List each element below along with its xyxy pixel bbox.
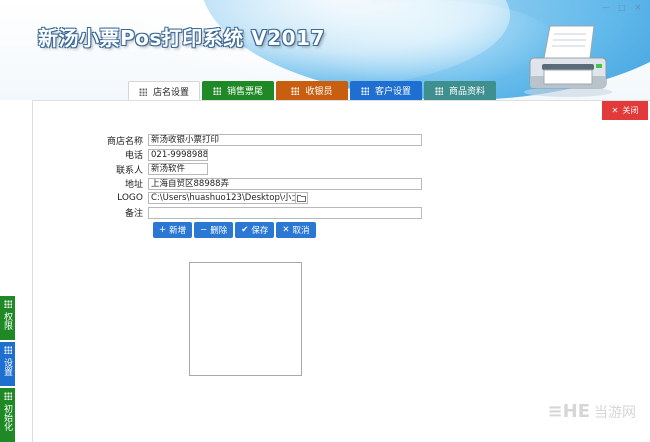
tab-label: 商品资料 (448, 87, 485, 97)
form-row-note: 备注 (100, 206, 422, 221)
note-label: 备注 (124, 209, 143, 220)
action-bar: + 新增 − 删除 ✔ 保存 ✕ 取消 (153, 222, 316, 238)
x-icon: ✕ (282, 225, 290, 235)
side-tab-label: 设置 (2, 358, 12, 376)
window-close-button[interactable]: ✕ (630, 1, 646, 13)
grid-icon (360, 86, 369, 95)
tab-label: 收银员 (305, 87, 333, 97)
check-icon: ✔ (241, 225, 249, 235)
grid-icon (3, 300, 12, 308)
minimize-button[interactable]: — (598, 1, 614, 13)
phone-input[interactable]: 021-99989888 (148, 148, 208, 161)
save-label: 保存 (251, 226, 269, 236)
form-row-address: 地址 上海自贸区88988弄 (100, 177, 422, 192)
app-title: 新汤小票Pos打印系统 V2017 (38, 26, 325, 50)
side-tab-permissions[interactable]: 权限 (0, 296, 15, 340)
form-row-contact: 联系人 新汤软件 (100, 162, 422, 177)
grid-icon (3, 346, 12, 354)
close-label: 关闭 (622, 106, 639, 115)
top-tabs: 店名设置 销售票尾 收银员 客户设置 商品资料 (128, 81, 496, 101)
delete-label: 删除 (210, 226, 228, 236)
plus-icon: + (159, 225, 167, 235)
form-row-logo: LOGO C:\Users\huashuo123\Desktop\小土豆 (100, 191, 422, 206)
watermark: ≡HE 当游网 (548, 401, 636, 422)
grid-icon (212, 86, 221, 95)
tab-label: 客户设置 (374, 87, 411, 97)
phone-label: 电话 (124, 151, 143, 162)
logo-label: LOGO (117, 193, 143, 204)
cancel-label: 取消 (292, 226, 310, 236)
tab-receipt-footer[interactable]: 销售票尾 (202, 81, 274, 100)
minus-icon: − (200, 225, 208, 235)
address-input[interactable]: 上海自贸区88988弄 (148, 177, 422, 190)
add-label: 新增 (169, 226, 187, 236)
side-tab-settings[interactable]: 设置 (0, 342, 15, 386)
watermark-logo-icon: ≡HE (547, 401, 590, 422)
delete-button[interactable]: − 删除 (194, 222, 234, 238)
folder-icon[interactable] (296, 192, 308, 205)
printer-icon (524, 25, 612, 97)
maximize-button[interactable]: □ (614, 1, 630, 13)
contact-label: 联系人 (115, 165, 143, 176)
shop-name-label: 商店名称 (106, 136, 143, 147)
tab-shop-settings[interactable]: 店名设置 (128, 81, 200, 101)
contact-input[interactable]: 新汤软件 (148, 163, 208, 176)
close-icon: ✕ (611, 106, 619, 115)
window-controls: — □ ✕ (598, 1, 646, 13)
shop-settings-form: 商店名称 新汤收银小票打印 电话 021-99989888 联系人 新汤软件 地… (100, 133, 422, 220)
tab-customer-settings[interactable]: 客户设置 (350, 81, 422, 100)
side-tab-label: 初始化 (2, 404, 12, 431)
logo-field: C:\Users\huashuo123\Desktop\小土豆 (148, 192, 308, 205)
address-label: 地址 (124, 180, 143, 191)
grid-icon (434, 86, 443, 95)
grid-icon (3, 392, 12, 400)
tab-label: 销售票尾 (226, 87, 263, 97)
grid-icon (139, 87, 147, 96)
add-button[interactable]: + 新增 (153, 222, 193, 238)
grid-icon (291, 86, 300, 95)
tab-product-data[interactable]: 商品资料 (424, 81, 496, 100)
logo-path-input[interactable]: C:\Users\huashuo123\Desktop\小土豆 (148, 192, 296, 205)
cancel-button[interactable]: ✕ 取消 (276, 222, 316, 238)
tab-cashier[interactable]: 收银员 (276, 81, 348, 100)
shop-name-input[interactable]: 新汤收银小票打印 (148, 134, 422, 147)
form-row-shop-name: 商店名称 新汤收银小票打印 (100, 133, 422, 148)
watermark-text: 当游网 (594, 404, 636, 421)
side-tab-label: 权限 (2, 312, 12, 330)
note-input[interactable] (148, 206, 422, 219)
side-tab-initialize[interactable]: 初始化 (0, 388, 15, 442)
form-row-phone: 电话 021-99989888 (100, 148, 422, 163)
close-button[interactable]: ✕ 关闭 (602, 101, 648, 120)
logo-preview[interactable] (189, 262, 302, 376)
save-button[interactable]: ✔ 保存 (235, 222, 275, 238)
tab-label: 店名设置 (153, 88, 190, 98)
